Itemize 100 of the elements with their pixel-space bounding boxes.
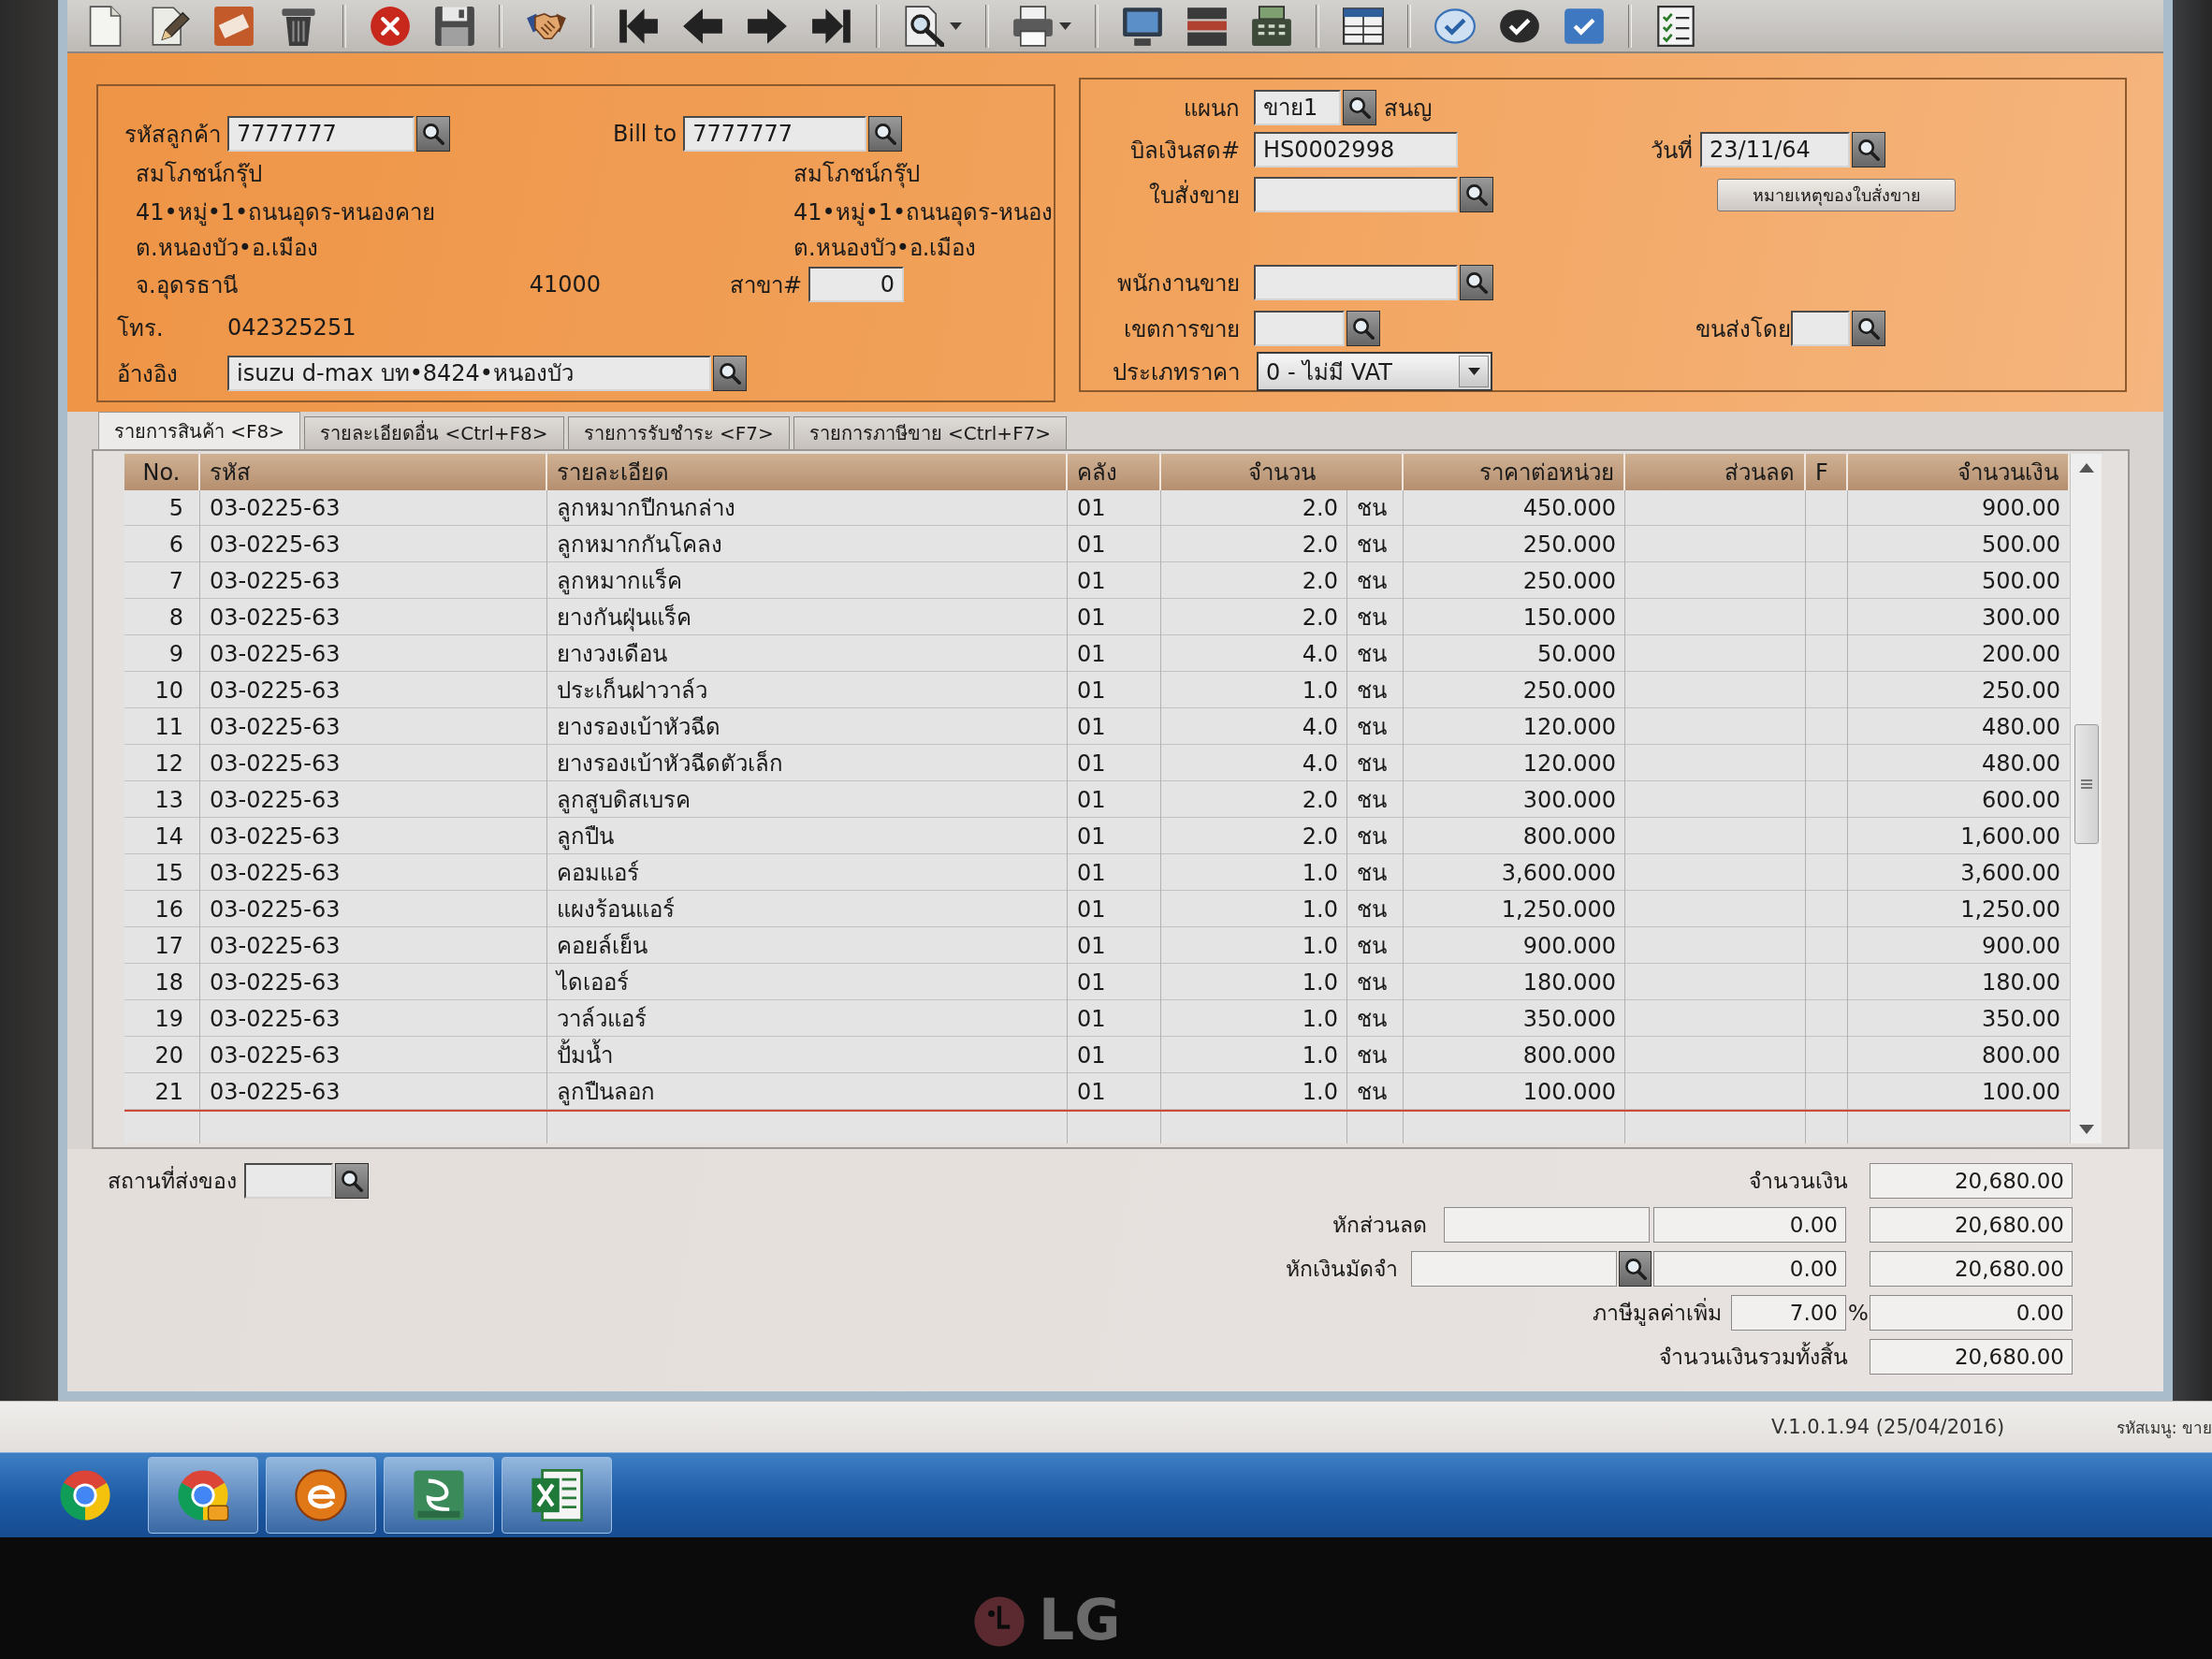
taskbar-button[interactable]	[384, 1457, 494, 1534]
save-icon[interactable]	[434, 5, 475, 47]
dropdown-button[interactable]	[1459, 356, 1489, 387]
printer-icon[interactable]	[1012, 5, 1054, 47]
tab[interactable]: รายการภาษีขาย <Ctrl+F7>	[793, 416, 1068, 449]
taskbar-button[interactable]	[266, 1457, 376, 1534]
document-search-icon[interactable]	[903, 5, 944, 47]
swirl-circle-icon	[295, 1469, 347, 1521]
item-code: 03-0225-63	[209, 1041, 342, 1070]
item-code: 03-0225-63	[209, 639, 342, 669]
scroll-up-icon[interactable]	[2078, 463, 2094, 473]
bill-to-field[interactable]: 7777777	[683, 116, 867, 152]
line-amount: 200.00	[1981, 639, 2061, 669]
shipped-by-label: ขนส่งโดย	[1695, 314, 1791, 344]
unit-price: 1,250.000	[1500, 895, 1617, 924]
column-header: คลัง	[1068, 454, 1161, 490]
customer-code-label: รหัสลูกค้า	[124, 120, 221, 151]
sales-area-field[interactable]	[1254, 311, 1345, 346]
tab[interactable]: รายละเอียดอื่น <Ctrl+F8>	[304, 416, 564, 449]
unit: ชน	[1356, 640, 1388, 669]
item-code: 03-0225-63	[209, 1077, 342, 1107]
tab[interactable]: รายการสินค้า <F8>	[98, 412, 301, 449]
column-header: No.	[124, 454, 200, 490]
search-button[interactable]	[1619, 1250, 1652, 1287]
shipped-by-field[interactable]	[1791, 311, 1850, 346]
item-description: ประเก็นฝาวาล์ว	[556, 676, 708, 706]
salesperson-field[interactable]	[1254, 265, 1458, 300]
search-button[interactable]	[416, 116, 450, 152]
discount-input[interactable]	[1444, 1206, 1650, 1243]
row-number: 18	[153, 968, 184, 997]
order-note-button[interactable]: หมายเหตุของใบสั่งขาย	[1717, 178, 1956, 211]
item-description: ไดเออร์	[554, 968, 630, 997]
discount-field[interactable]: 0.00	[1653, 1206, 1846, 1243]
after-deposit-field[interactable]: 20,680.00	[1870, 1250, 2073, 1287]
search-button[interactable]	[1343, 90, 1376, 125]
amount-label: จำนวนเงิน	[1749, 1167, 1848, 1195]
stamp-icon[interactable]	[213, 5, 255, 47]
discount-label: หักส่วนลด	[1332, 1211, 1427, 1239]
reference-field[interactable]: isuzu d-max บท•8424•หนองบัว	[227, 356, 711, 391]
vat-field[interactable]: 0.00	[1870, 1294, 2073, 1331]
search-button[interactable]	[713, 356, 747, 391]
deposit-field[interactable]: 0.00	[1653, 1250, 1846, 1287]
cancel-icon[interactable]	[370, 5, 411, 47]
item-code: 03-0225-63	[209, 1004, 342, 1034]
customer-address: ต.หนองบัว•อ.เมือง	[136, 233, 319, 263]
menu-code-text: รหัสเมนู: ขาย	[2116, 1417, 2212, 1440]
monitor-icon[interactable]	[1122, 5, 1163, 47]
caret-icon[interactable]	[1059, 22, 1071, 30]
search-button[interactable]	[1460, 265, 1493, 300]
scroll-down-icon[interactable]	[2078, 1125, 2094, 1134]
price-type-label: ประเภทราคา	[1113, 357, 1240, 387]
taskbar-button[interactable]	[148, 1457, 258, 1534]
quantity: 1.0	[1301, 676, 1339, 706]
price-type-dropdown[interactable]: 0 - ไม่มี VAT	[1257, 352, 1492, 391]
unit-price: 450.000	[1521, 493, 1617, 523]
stacked-trays-icon[interactable]	[1186, 5, 1228, 47]
tab[interactable]: รายการรับชำระ <F7>	[567, 416, 790, 449]
cash-register-icon[interactable]	[1251, 5, 1292, 47]
scroll-thumb[interactable]	[2074, 724, 2099, 844]
cash-bill-field[interactable]: HS0002998	[1254, 132, 1458, 167]
deposit-input[interactable]	[1411, 1250, 1617, 1287]
checklist-icon[interactable]	[1655, 5, 1696, 47]
search-button[interactable]	[1852, 132, 1885, 167]
quantity: 1.0	[1301, 931, 1339, 961]
department-name: สนญ	[1384, 94, 1432, 124]
date-field[interactable]: 23/11/64	[1700, 132, 1850, 167]
vat-rate-field[interactable]: 7.00	[1731, 1294, 1846, 1331]
search-icon	[341, 1169, 363, 1192]
search-button[interactable]	[1852, 311, 1885, 346]
column-header: รายละเอียด	[547, 454, 1068, 490]
row-number: 11	[153, 712, 184, 742]
search-button[interactable]	[1460, 177, 1493, 212]
warehouse-code: 01	[1076, 822, 1107, 851]
scrollbar[interactable]	[2070, 454, 2102, 1143]
search-icon	[1623, 1257, 1647, 1280]
amount-field[interactable]: 20,680.00	[1870, 1162, 2073, 1199]
quantity: 4.0	[1301, 639, 1339, 669]
taskbar-button[interactable]	[502, 1457, 612, 1534]
warehouse-code: 01	[1076, 749, 1107, 779]
quantity: 2.0	[1301, 785, 1339, 815]
department-field[interactable]: ขาย1	[1254, 90, 1341, 125]
search-icon	[719, 362, 741, 385]
unit: ชน	[1356, 932, 1388, 961]
caret-icon[interactable]	[950, 22, 962, 30]
after-discount-field[interactable]: 20,680.00	[1870, 1206, 2073, 1243]
bill-to-address: ต.หนองบัว•อ.เมือง	[793, 233, 977, 263]
sales-order-field[interactable]	[1254, 177, 1458, 212]
delivery-place-field[interactable]	[244, 1162, 333, 1199]
search-button[interactable]	[868, 116, 903, 152]
customer-code-field[interactable]: 7777777	[227, 116, 415, 152]
customer-phone: 042325251	[227, 314, 357, 341]
quantity: 1.0	[1301, 1041, 1339, 1070]
quantity: 2.0	[1301, 530, 1339, 560]
search-button[interactable]	[1346, 311, 1380, 346]
branch-field[interactable]: 0	[808, 267, 905, 302]
column-header: ราคาต่อหน่วย	[1404, 454, 1625, 490]
search-button[interactable]	[335, 1162, 369, 1199]
window-grid-icon[interactable]	[1343, 5, 1384, 47]
date-label: วันที่	[1651, 134, 1693, 166]
grand-total-field[interactable]: 20,680.00	[1870, 1338, 2073, 1375]
